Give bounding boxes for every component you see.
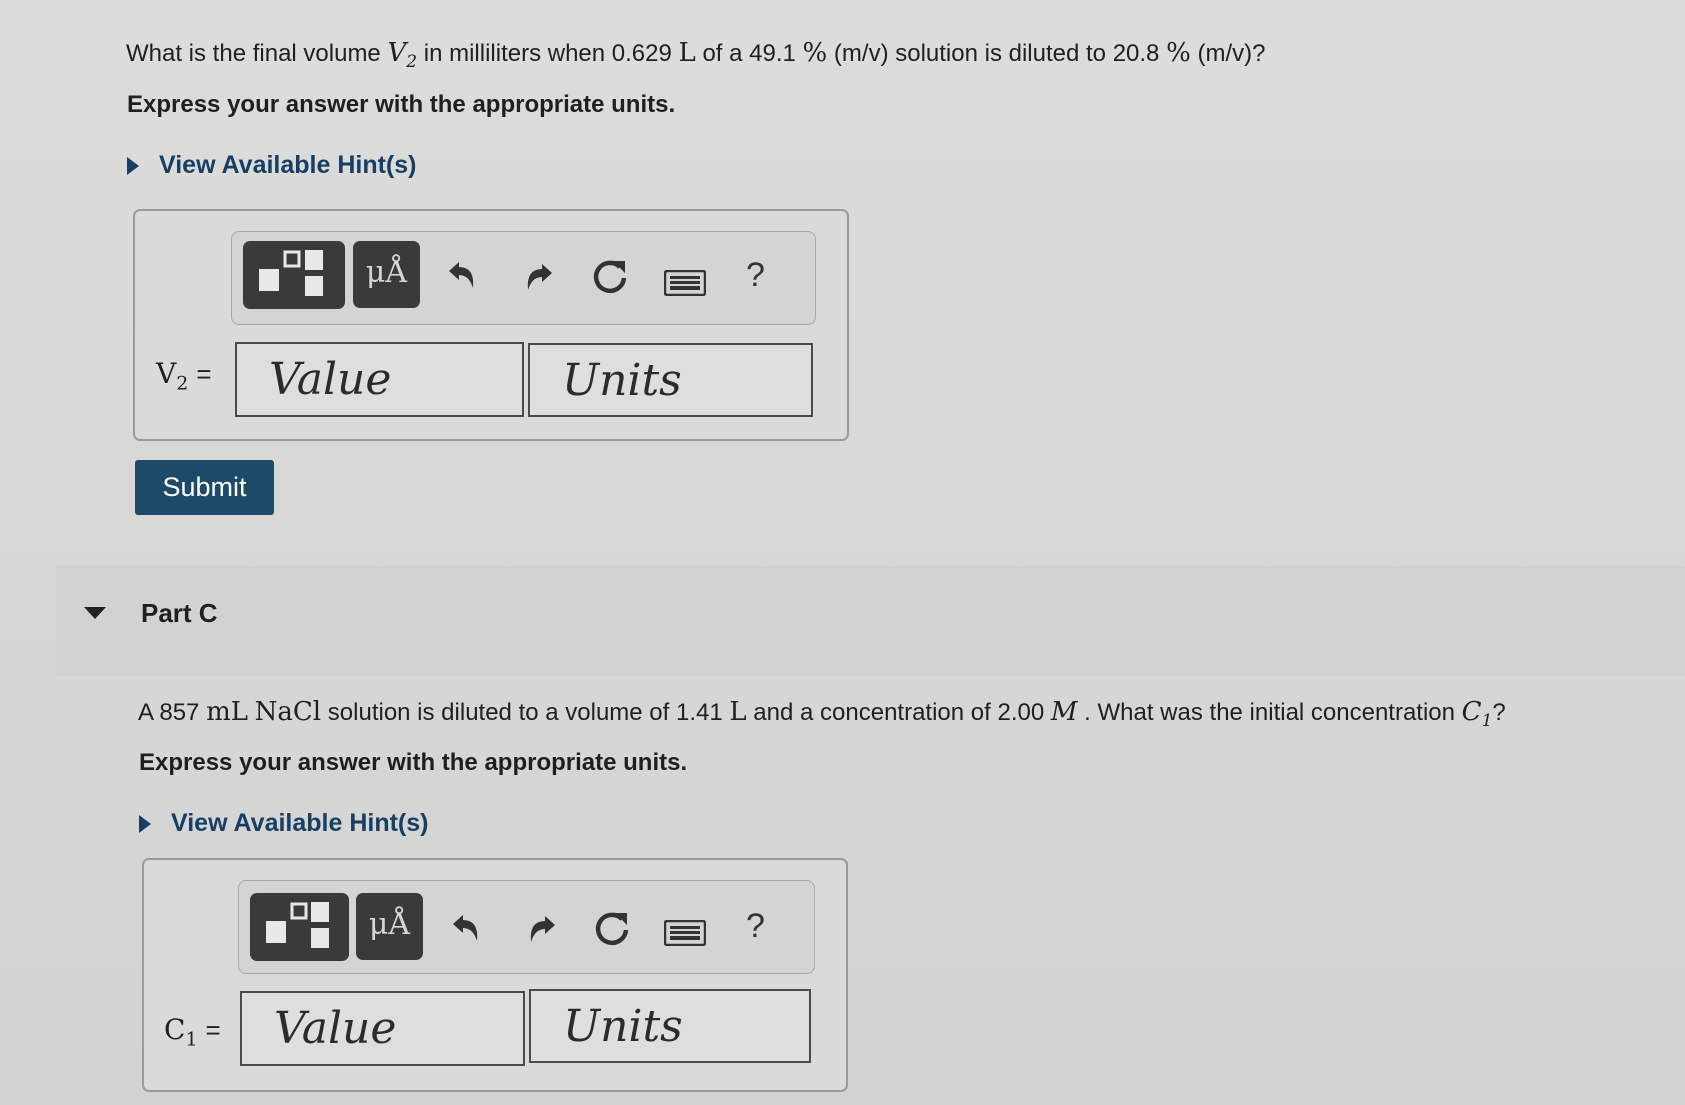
part-b-hint-link[interactable]: View Available Hint(s) <box>127 151 416 180</box>
question-text: solution is diluted to a volume of 1.41 <box>321 699 730 726</box>
templates-button[interactable] <box>243 241 345 309</box>
question-text: (m/v)? <box>1190 40 1266 67</box>
percent-sign: % <box>802 38 828 68</box>
var-v2: V2 <box>387 38 418 73</box>
part-c-value-input[interactable]: Value <box>240 991 525 1066</box>
part-b-question: What is the final volume V2 in millilite… <box>126 38 1265 72</box>
part-c-header[interactable] <box>56 566 1685 676</box>
templates-icon <box>266 902 329 948</box>
part-b-answer-label: V2 = <box>156 357 212 395</box>
question-text: and a concentration of 2.00 <box>746 699 1051 726</box>
units-button[interactable]: μÅ <box>353 241 420 308</box>
templates-icon <box>259 250 323 296</box>
reset-icon[interactable] <box>591 257 631 297</box>
part-c-hint-link[interactable]: View Available Hint(s) <box>139 809 428 838</box>
keyboard-icon[interactable] <box>664 920 706 946</box>
part-b-instruction: Express your answer with the appropriate… <box>127 91 676 118</box>
redo-icon[interactable] <box>525 912 559 946</box>
question-text: ? <box>1492 699 1506 726</box>
var-c1: C1 <box>1461 697 1493 732</box>
question-text: (m/v) solution is diluted to 20.8 <box>827 40 1167 67</box>
undo-icon[interactable] <box>445 258 479 292</box>
redo-icon[interactable] <box>522 260 556 294</box>
help-icon[interactable]: ? <box>746 907 765 946</box>
hint-link-label: View Available Hint(s) <box>159 151 417 179</box>
undo-icon[interactable] <box>449 911 483 945</box>
units-button[interactable]: μÅ <box>356 893 423 960</box>
part-c-answer-label: C1 = <box>164 1013 221 1051</box>
unit-liter: L <box>729 697 747 727</box>
hint-link-label: View Available Hint(s) <box>171 809 429 837</box>
submit-button[interactable]: Submit <box>135 460 274 515</box>
part-b-value-input[interactable]: Value <box>235 342 524 417</box>
templates-button[interactable] <box>250 893 349 961</box>
part-c-units-input[interactable]: Units <box>529 989 811 1063</box>
units-icon: μÅ <box>368 907 411 942</box>
question-text: of a 49.1 <box>695 40 803 67</box>
expand-triangle-icon <box>127 157 139 175</box>
question-text: What is the final volume <box>126 40 388 67</box>
unit-liter: L <box>678 38 696 68</box>
percent-sign: % <box>1166 38 1191 68</box>
expand-triangle-icon <box>139 815 151 833</box>
part-c-question: A 857 mL NaCl solution is diluted to a v… <box>138 697 1506 731</box>
formula-nacl: NaCl <box>254 697 322 727</box>
help-icon[interactable]: ? <box>746 256 765 295</box>
question-text: in milliliters when 0.629 <box>417 40 679 67</box>
unit-milliliter: mL <box>206 697 248 727</box>
part-c-instruction: Express your answer with the appropriate… <box>139 749 688 776</box>
reset-icon[interactable] <box>593 909 633 949</box>
unit-molar: M <box>1050 697 1078 727</box>
part-c-title: Part C <box>141 598 218 628</box>
question-text: A 857 <box>138 699 207 726</box>
collapse-triangle-icon[interactable] <box>84 607 106 619</box>
question-text: . What was the initial concentration <box>1077 699 1462 726</box>
units-icon: μÅ <box>365 255 408 290</box>
keyboard-icon[interactable] <box>664 270 706 296</box>
part-b-units-input[interactable]: Units <box>528 343 813 417</box>
